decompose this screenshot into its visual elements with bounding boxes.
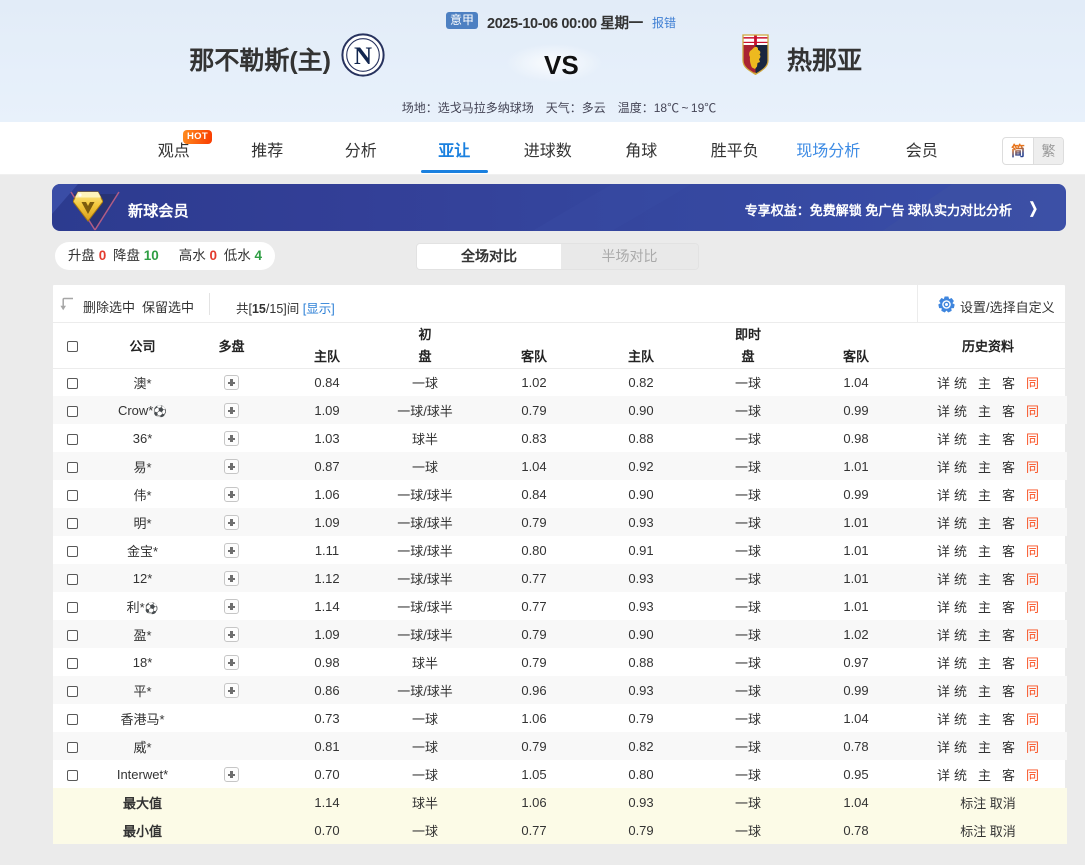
svg-text:N: N [354,43,372,70]
